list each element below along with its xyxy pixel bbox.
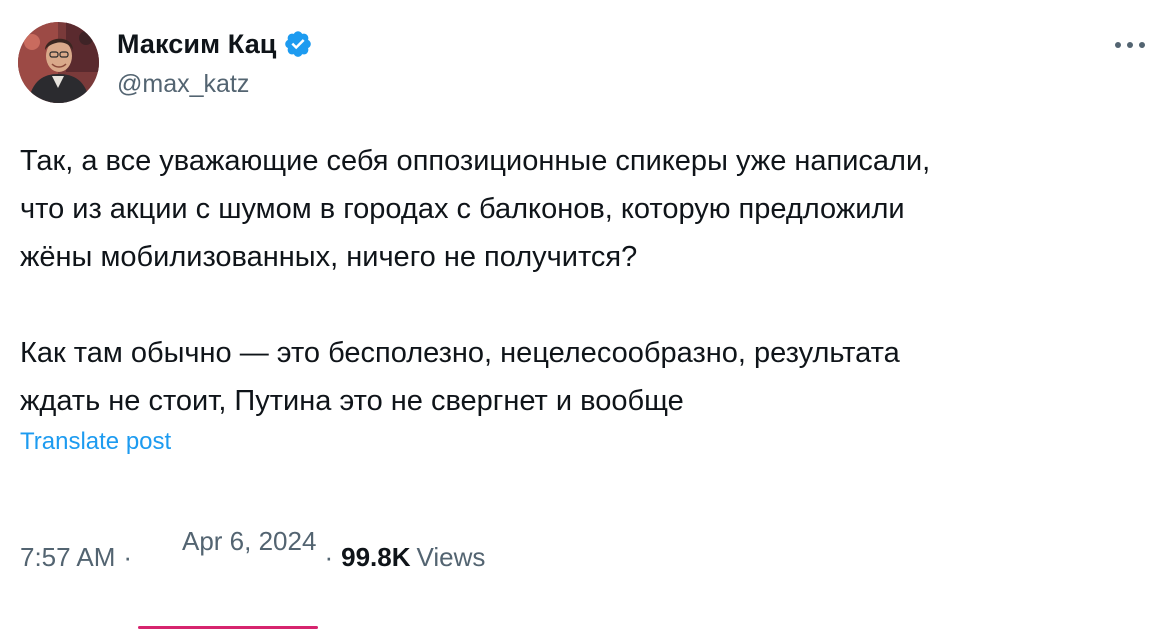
meta-separator: · <box>123 541 133 572</box>
tweet-line: ждать не стоит, Путина это не свергнет и… <box>20 385 684 417</box>
tweet-line: что из акции с шумом в городах с балконо… <box>20 193 905 225</box>
tweet-line: Так, а все уважающие себя оппозиционные … <box>20 145 931 177</box>
author-avatar[interactable] <box>18 22 99 103</box>
tweet-line: жёны мобилизованных, ничего не получится… <box>20 241 638 273</box>
translate-post-link[interactable]: Translate post <box>20 428 171 456</box>
verified-badge-icon <box>283 29 313 59</box>
tweet-date: Apr 6, 2024 <box>182 526 317 556</box>
tweet-card: Максим Кац @max_katz Так, а все уважающи… <box>0 0 1172 629</box>
author-handle[interactable]: @max_katz <box>117 70 249 99</box>
views-count: 99.8K <box>341 541 411 572</box>
author-name-row: Максим Кац <box>117 26 313 62</box>
tweet-time[interactable]: 7:57 AM <box>20 542 115 573</box>
avatar-photo <box>18 22 99 103</box>
tweet-meta: 7:57 AM · Apr 6, 2024 · 99.8K Views <box>20 495 486 629</box>
tweet-text: Так, а все уважающие себя оппозиционные … <box>20 137 1140 425</box>
tweet-line: Как там обычно — это бесполезно, нецелес… <box>20 337 900 369</box>
more-options-button[interactable] <box>1110 30 1150 60</box>
tweet-date-link[interactable]: Apr 6, 2024 <box>138 495 319 629</box>
views-label: Views <box>416 541 486 572</box>
more-horizontal-icon <box>1115 42 1145 48</box>
author-display-name[interactable]: Максим Кац <box>117 29 277 60</box>
meta-separator: · <box>324 541 334 572</box>
